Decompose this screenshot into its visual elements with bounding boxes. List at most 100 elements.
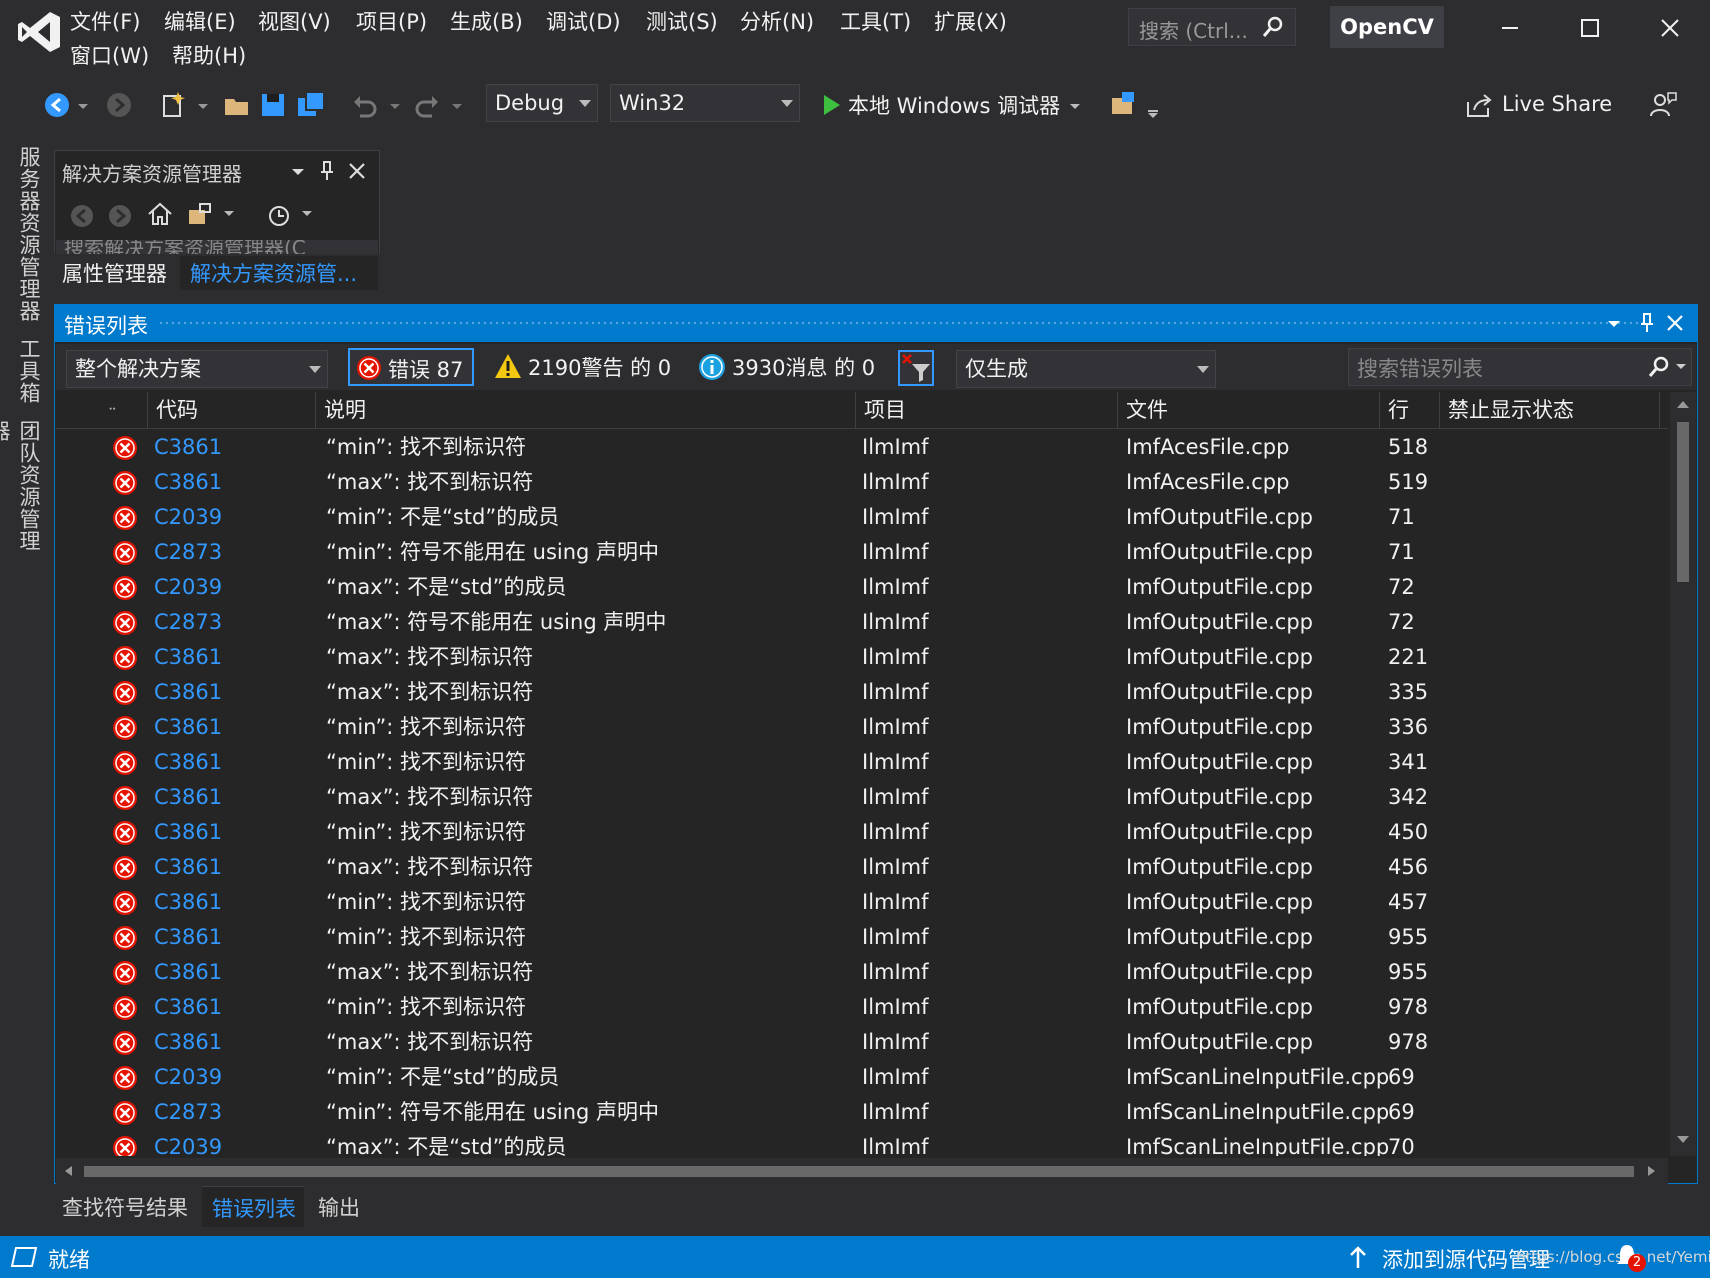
table-row[interactable]: C2039 “min”: 不是“std”的成员 IlmImf ImfScanLineI… — [56, 1060, 1668, 1095]
chevron-down-icon[interactable] — [1068, 90, 1082, 120]
table-row[interactable]: C3861 “max”: 找不到标识符 IlmImf ImfOutputFile.cp… — [56, 640, 1668, 675]
warnings-filter-button[interactable]: 2190警告 的 0 — [492, 348, 680, 386]
home-icon[interactable] — [146, 200, 174, 228]
chevron-down-icon[interactable] — [388, 90, 402, 120]
error-code-link[interactable]: C3861 — [154, 675, 222, 710]
chevron-down-icon[interactable] — [76, 90, 90, 120]
drag-grip[interactable] — [158, 320, 1648, 328]
save-icon[interactable] — [258, 90, 288, 120]
error-code-link[interactable]: C3861 — [154, 920, 222, 955]
close-icon[interactable] — [1666, 314, 1684, 332]
error-code-link[interactable]: C3861 — [154, 885, 222, 920]
undo-icon[interactable] — [350, 90, 380, 120]
column-header-code[interactable]: 代码 — [148, 392, 316, 428]
dropdown-icon[interactable] — [290, 164, 306, 180]
table-row[interactable]: C3861 “min”: 找不到标识符 IlmImf ImfOutputFile.cp… — [56, 815, 1668, 850]
minimize-icon[interactable] — [1490, 10, 1530, 46]
redo-icon[interactable] — [412, 90, 442, 120]
switch-views-icon[interactable] — [186, 200, 214, 228]
error-code-link[interactable]: C2039 — [154, 500, 222, 535]
chevron-down-icon[interactable] — [300, 206, 314, 222]
pin-icon[interactable] — [318, 160, 336, 182]
column-header-file[interactable]: 文件 — [1118, 392, 1380, 428]
horizontal-scrollbar[interactable] — [56, 1158, 1668, 1184]
open-folder-icon[interactable] — [222, 90, 252, 120]
tab-solution-explorer[interactable]: 解决方案资源管... — [180, 256, 378, 290]
new-project-icon[interactable] — [158, 90, 188, 120]
table-row[interactable]: C2873 “max”: 符号不能用在 using 声明中 IlmImf ImfOut… — [56, 605, 1668, 640]
menu-edit[interactable]: 编辑(E) — [164, 6, 236, 36]
back-icon[interactable] — [68, 202, 96, 230]
search-box[interactable]: 搜索 (Ctrl... — [1128, 8, 1296, 46]
error-code-link[interactable]: C3861 — [154, 465, 222, 500]
menu-analyze[interactable]: 分析(N) — [740, 6, 814, 36]
tab-error-list[interactable]: 错误列表 — [202, 1186, 304, 1227]
error-code-link[interactable]: C3861 — [154, 850, 222, 885]
table-row[interactable]: C3861 “max”: 找不到标识符 IlmImf ImfAcesFile.cpp 5… — [56, 465, 1668, 500]
error-search-input[interactable]: 搜索错误列表 — [1348, 348, 1692, 386]
error-code-link[interactable]: C3861 — [154, 780, 222, 815]
error-code-link[interactable]: C2873 — [154, 535, 222, 570]
error-code-link[interactable]: C3861 — [154, 955, 222, 990]
chevron-down-icon[interactable] — [450, 90, 464, 120]
error-code-link[interactable]: C3861 — [154, 990, 222, 1025]
dropdown-icon[interactable] — [1606, 316, 1622, 332]
table-row[interactable]: C3861 “min”: 找不到标识符 IlmImf ImfOutputFile.cp… — [56, 745, 1668, 780]
table-row[interactable]: C3861 “max”: 找不到标识符 IlmImf ImfOutputFile.cp… — [56, 850, 1668, 885]
play-icon[interactable] — [816, 90, 846, 120]
messages-filter-button[interactable]: 3930消息 的 0 — [696, 348, 880, 386]
vertical-scrollbar[interactable] — [1670, 392, 1696, 1156]
error-code-link[interactable]: C2873 — [154, 605, 222, 640]
table-row[interactable]: C3861 “min”: 找不到标识符 IlmImf ImfOutputFile.cp… — [56, 710, 1668, 745]
error-code-link[interactable]: C3861 — [154, 710, 222, 745]
scroll-down-icon[interactable] — [1675, 1134, 1691, 1146]
menu-file[interactable]: 文件(F) — [70, 6, 140, 36]
feedback-icon[interactable] — [1648, 90, 1678, 120]
filter-clear-icon[interactable] — [898, 350, 934, 386]
table-row[interactable]: C3861 “min”: 找不到标识符 IlmImf ImfOutputFile.cp… — [56, 920, 1668, 955]
side-tab-server-explorer[interactable]: 服务器资源管理器 — [14, 146, 44, 326]
pin-icon[interactable] — [1638, 312, 1656, 334]
configuration-dropdown[interactable]: Debug — [486, 84, 598, 122]
column-header-icon[interactable]: ⠉ — [100, 392, 148, 428]
table-row[interactable]: C2873 “min”: 符号不能用在 using 声明中 IlmImf ImfSca… — [56, 1095, 1668, 1130]
table-row[interactable]: C3861 “min”: 找不到标识符 IlmImf ImfAcesFile.cpp 5… — [56, 430, 1668, 465]
column-header-description[interactable]: 说明 — [316, 392, 856, 428]
platform-dropdown[interactable]: Win32 — [610, 84, 800, 122]
scrollbar-thumb[interactable] — [84, 1166, 1634, 1177]
table-row[interactable]: C2039 “max”: 不是“std”的成员 IlmImf ImfScanLineI… — [56, 1130, 1668, 1156]
column-header-line[interactable]: 行 — [1380, 392, 1440, 428]
menu-extensions[interactable]: 扩展(X) — [934, 6, 1007, 36]
scroll-right-icon[interactable] — [1646, 1164, 1658, 1178]
scroll-left-icon[interactable] — [62, 1164, 74, 1178]
forward-icon[interactable] — [106, 202, 134, 230]
share-icon[interactable] — [1464, 90, 1494, 120]
menu-project[interactable]: 项目(P) — [356, 6, 427, 36]
table-row[interactable]: C3861 “min”: 找不到标识符 IlmImf ImfOutputFile.cp… — [56, 990, 1668, 1025]
table-row[interactable]: C3861 “min”: 找不到标识符 IlmImf ImfOutputFile.cp… — [56, 885, 1668, 920]
error-code-link[interactable]: C2873 — [154, 1095, 222, 1130]
menu-build[interactable]: 生成(B) — [450, 6, 523, 36]
side-tab-toolbox[interactable]: 工具箱 — [14, 338, 44, 410]
find-in-files-icon[interactable] — [1108, 90, 1138, 120]
error-code-link[interactable]: C3861 — [154, 1025, 222, 1060]
menu-tools[interactable]: 工具(T) — [840, 6, 911, 36]
menu-test[interactable]: 测试(S) — [646, 6, 718, 36]
chevron-down-icon[interactable] — [196, 90, 210, 120]
errors-filter-button[interactable]: 错误 87 — [348, 348, 474, 386]
error-code-link[interactable]: C2039 — [154, 570, 222, 605]
menu-window[interactable]: 窗口(W) — [70, 40, 149, 70]
start-debugger-button[interactable]: 本地 Windows 调试器 — [848, 90, 1060, 120]
forward-icon[interactable] — [104, 90, 134, 120]
error-code-link[interactable]: C3861 — [154, 640, 222, 675]
scope-dropdown[interactable]: 整个解决方案 — [66, 350, 328, 388]
close-icon[interactable] — [1650, 10, 1690, 46]
table-row[interactable]: C2873 “min”: 符号不能用在 using 声明中 IlmImf ImfOut… — [56, 535, 1668, 570]
table-row[interactable]: C3861 “max”: 找不到标识符 IlmImf ImfOutputFile.cp… — [56, 1025, 1668, 1060]
error-code-link[interactable]: C2039 — [154, 1060, 222, 1095]
side-tab-team-explorer[interactable]: 团队资源管理器 — [0, 420, 44, 570]
maximize-icon[interactable] — [1570, 10, 1610, 46]
error-code-link[interactable]: C3861 — [154, 430, 222, 465]
tab-property-manager[interactable]: 属性管理器 — [62, 258, 167, 288]
table-row[interactable]: C3861 “max”: 找不到标识符 IlmImf ImfOutputFile.cp… — [56, 675, 1668, 710]
